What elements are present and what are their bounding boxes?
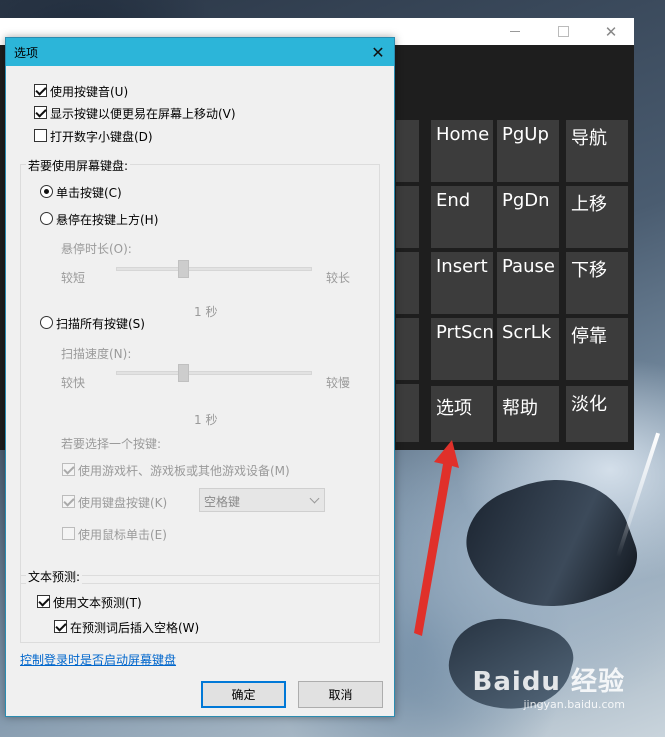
select-key-label: 若要选择一个按键: — [61, 437, 162, 451]
osk-key-fade[interactable]: 淡化 — [566, 386, 628, 442]
osk-key-hidden[interactable] — [396, 186, 419, 248]
scan-speed-value: 1 秒 — [194, 413, 218, 427]
insert-space-label[interactable]: 在预测词后插入空格(W) — [70, 619, 199, 636]
hover-longer-label: 较长 — [326, 271, 351, 285]
maximize-icon[interactable] — [540, 18, 586, 45]
osk-key-scrlk[interactable]: ScrLk — [497, 318, 559, 380]
minimize-icon[interactable] — [492, 18, 538, 45]
scan-speed-slider-track[interactable] — [116, 371, 312, 375]
use-joystick-label[interactable]: 使用游戏杆、游戏板或其他游戏设备(M) — [78, 462, 290, 479]
numeric-keypad-checkbox[interactable] — [34, 129, 47, 142]
osk-key-home[interactable]: Home — [431, 120, 493, 182]
osk-key-moveup[interactable]: 上移 — [566, 186, 628, 248]
scan-speed-slider-thumb[interactable] — [178, 364, 189, 382]
chevron-down-icon — [309, 493, 320, 504]
ok-button[interactable]: 确定 — [201, 681, 286, 708]
dialog-titlebar: 选项 ✕ — [6, 38, 394, 66]
osk-key-pause[interactable]: Pause — [497, 252, 559, 314]
scan-keys-label[interactable]: 扫描所有按键(S) — [56, 315, 145, 332]
use-mouse-click-checkbox[interactable] — [62, 527, 75, 540]
numeric-keypad-label[interactable]: 打开数字小键盘(D) — [50, 128, 153, 145]
options-dialog: 选项 ✕ 使用按键音(U) 显示按键以便更易在屏幕上移动(V) 打开数字小键盘(… — [5, 37, 395, 717]
keyboard-key-select[interactable]: 空格键 — [199, 488, 325, 512]
osk-key-end[interactable]: End — [431, 186, 493, 248]
insert-space-checkbox[interactable] — [54, 620, 67, 633]
osk-key-options[interactable]: 选项 — [431, 386, 493, 442]
dialog-title: 选项 — [14, 46, 39, 60]
scan-keys-radio[interactable] — [40, 316, 53, 329]
scan-slower-label: 较慢 — [326, 376, 351, 390]
keyboard-key-select-value: 空格键 — [204, 495, 241, 509]
click-keys-label[interactable]: 单击按键(C) — [56, 184, 122, 201]
osk-key-insert[interactable]: Insert — [431, 252, 493, 314]
use-keyboard-key-label[interactable]: 使用键盘按键(K) — [78, 494, 167, 511]
osk-key-nav[interactable]: 导航 — [566, 120, 628, 182]
hover-keys-label[interactable]: 悬停在按键上方(H) — [56, 211, 158, 228]
use-joystick-checkbox[interactable] — [62, 463, 75, 476]
osk-key-hidden[interactable] — [396, 120, 419, 182]
watermark: Baidu 经验 jingyan.baidu.com — [473, 661, 625, 711]
hover-duration-slider-thumb[interactable] — [178, 260, 189, 278]
hover-duration-label: 悬停时长(O): — [61, 242, 132, 256]
osk-key-hidden[interactable] — [396, 318, 419, 380]
arrow-annotation-icon — [414, 440, 459, 636]
hover-duration-slider-track[interactable] — [116, 267, 312, 271]
osk-key-pgup[interactable]: PgUp — [497, 120, 559, 182]
show-keys-move-checkbox[interactable] — [34, 106, 47, 119]
use-text-prediction-label[interactable]: 使用文本预测(T) — [53, 594, 142, 611]
hover-duration-value: 1 秒 — [194, 305, 218, 319]
use-osk-group-title: 若要使用屏幕键盘: — [26, 157, 131, 174]
close-icon[interactable]: ✕ — [362, 38, 394, 66]
hover-shorter-label: 较短 — [61, 271, 86, 285]
watermark-logo: Baidu 经验 — [472, 667, 625, 697]
osk-key-hidden[interactable] — [396, 384, 419, 442]
osk-key-help[interactable]: 帮助 — [497, 386, 559, 442]
startup-control-link[interactable]: 控制登录时是否启动屏幕键盘 — [20, 651, 176, 668]
close-icon[interactable]: ✕ — [588, 18, 634, 45]
hover-keys-radio[interactable] — [40, 212, 53, 225]
use-click-sound-checkbox[interactable] — [34, 84, 47, 97]
use-mouse-click-label[interactable]: 使用鼠标单击(E) — [78, 526, 167, 543]
osk-key-movedown[interactable]: 下移 — [566, 252, 628, 314]
use-text-prediction-checkbox[interactable] — [37, 595, 50, 608]
watermark-url: jingyan.baidu.com — [523, 698, 625, 711]
show-keys-move-label[interactable]: 显示按键以便更易在屏幕上移动(V) — [50, 105, 236, 122]
osk-key-dock[interactable]: 停靠 — [566, 318, 628, 380]
use-keyboard-key-checkbox[interactable] — [62, 495, 75, 508]
osk-key-pgdn[interactable]: PgDn — [497, 186, 559, 248]
use-click-sound-label[interactable]: 使用按键音(U) — [50, 83, 128, 100]
click-keys-radio[interactable] — [40, 185, 53, 198]
osk-key-hidden[interactable] — [396, 252, 419, 314]
scan-faster-label: 较快 — [61, 376, 86, 390]
cancel-button[interactable]: 取消 — [298, 681, 383, 708]
scan-speed-label: 扫描速度(N): — [61, 347, 132, 361]
text-prediction-group-title: 文本预测: — [26, 568, 83, 585]
osk-key-prtscn[interactable]: PrtScn — [431, 318, 494, 380]
